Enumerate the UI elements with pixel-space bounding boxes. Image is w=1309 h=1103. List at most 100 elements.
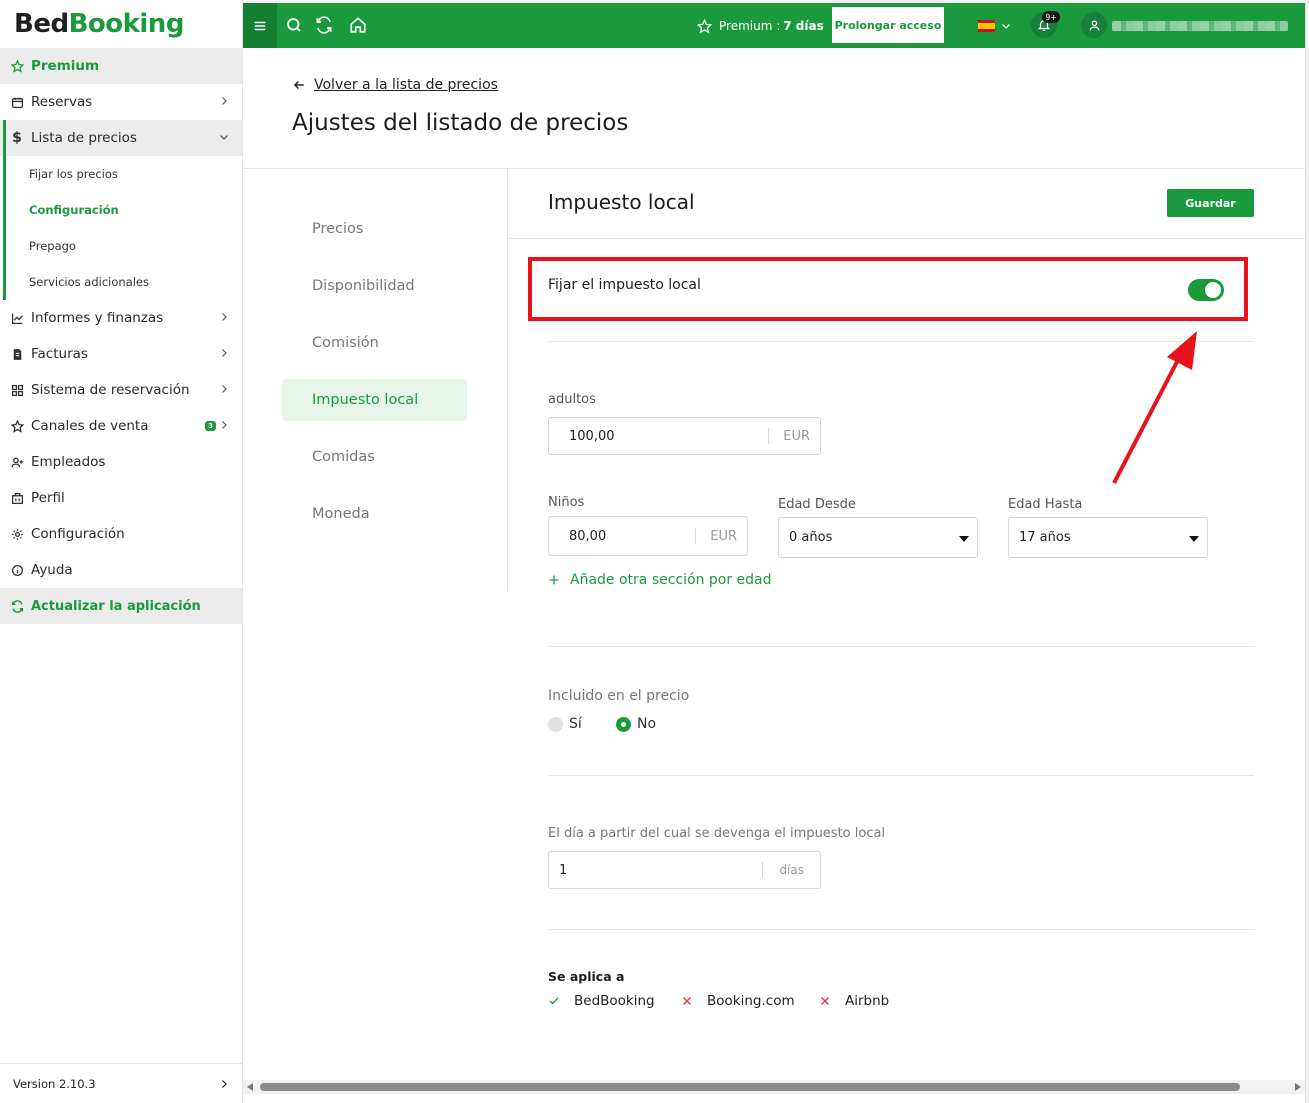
currency-unit: EUR: [768, 428, 820, 444]
sidebar-item-label: Canales de venta: [31, 418, 149, 434]
dropdown-caret-icon: [959, 536, 969, 542]
settings-tab-impuesto-local[interactable]: Impuesto local: [282, 379, 467, 421]
settings-tab-disponibilidad[interactable]: Disponibilidad: [282, 265, 467, 307]
top-bar: Premium :7 días Prolongar acceso 9+: [243, 3, 1305, 48]
age-from-label: Edad Desde: [778, 497, 856, 512]
scrollbar-thumb[interactable]: [260, 1083, 1240, 1091]
scroll-right-icon[interactable]: [1295, 1083, 1301, 1091]
star-icon: [697, 18, 712, 33]
radio-unselected: [548, 716, 563, 732]
add-age-section-link[interactable]: Añade otra sección por edad: [548, 572, 772, 588]
back-to-price-list-link[interactable]: Volver a la lista de precios: [292, 77, 498, 93]
sidebar-item-ayuda[interactable]: Ayuda: [0, 552, 242, 588]
logo-text-booking: Booking: [68, 9, 185, 39]
radio-selected: [616, 716, 631, 732]
sidebar-item-actualizar[interactable]: Actualizar la aplicación: [0, 588, 242, 624]
sidebar-subitem-servicios-adicionales[interactable]: Servicios adicionales: [0, 264, 242, 300]
refresh-icon[interactable]: [315, 16, 333, 34]
dollar-icon: $: [12, 130, 22, 146]
sidebar-item-sistema-reservacion[interactable]: Sistema de reservación: [0, 372, 242, 408]
chevron-right-icon: [222, 385, 227, 393]
included-no-radio[interactable]: No: [616, 716, 656, 732]
sidebar-item-facturas[interactable]: Facturas: [0, 336, 242, 372]
channel-name: BedBooking: [574, 993, 655, 1009]
user-name-blurred[interactable]: [1112, 21, 1288, 31]
user-icon: [1089, 20, 1099, 30]
home-icon[interactable]: [349, 16, 367, 34]
age-from-value: 0 años: [789, 530, 833, 545]
settings-tab-comision[interactable]: Comisión: [282, 322, 467, 364]
building-icon: [10, 491, 24, 505]
calendar-icon: [10, 95, 24, 109]
adults-label: adultos: [548, 392, 596, 407]
radio-label: No: [637, 716, 657, 732]
sidebar-subitem-prepago[interactable]: Prepago: [0, 228, 242, 264]
divider: [548, 646, 1254, 647]
prolong-access-button[interactable]: Prolongar acceso: [832, 7, 944, 43]
adults-tax-value: 100,00: [569, 428, 615, 444]
accrual-day-input[interactable]: 1 días: [548, 851, 821, 889]
age-to-label: Edad Hasta: [1008, 497, 1083, 512]
chevron-right-icon: [222, 1080, 227, 1088]
sidebar-item-empleados[interactable]: Empleados: [0, 444, 242, 480]
chevron-right-icon: [222, 313, 227, 321]
children-tax-value: 80,00: [569, 528, 607, 544]
settings-menu: Precios Disponibilidad Comisión Impuesto…: [282, 208, 467, 550]
star-icon: [10, 419, 24, 433]
sidebar-item-label: Sistema de reservación: [31, 382, 190, 398]
sidebar-item-label: Lista de precios: [31, 130, 137, 146]
menu-button[interactable]: [243, 3, 277, 48]
info-icon: [10, 563, 24, 577]
add-age-section-label: Añade otra sección por edad: [570, 572, 772, 588]
age-to-select[interactable]: 17 años: [1008, 517, 1208, 558]
settings-tab-precios[interactable]: Precios: [282, 208, 467, 250]
sidebar-item-informes[interactable]: Informes y finanzas: [0, 300, 242, 336]
horizontal-scrollbar[interactable]: [243, 1080, 1305, 1094]
settings-tab-comidas[interactable]: Comidas: [282, 436, 467, 478]
sidebar-item-label: Reservas: [31, 94, 93, 110]
header-divider: [243, 168, 1305, 169]
sidebar-item-reservas[interactable]: Reservas: [0, 84, 242, 120]
included-yes-radio[interactable]: Sí: [548, 716, 582, 732]
divider: [548, 341, 1254, 342]
check-icon: [549, 997, 559, 1005]
currency-unit: EUR: [695, 528, 747, 544]
sidebar-item-premium[interactable]: Premium: [0, 48, 242, 84]
sidebar-item-label: Actualizar la aplicación: [31, 598, 201, 614]
scroll-left-icon[interactable]: [247, 1083, 253, 1091]
app-logo[interactable]: Bed Booking: [0, 0, 242, 48]
version-footer[interactable]: Version 2.10.3: [0, 1063, 242, 1103]
settings-tab-moneda[interactable]: Moneda: [282, 493, 467, 535]
invoice-icon: [10, 347, 24, 361]
sidebar-item-configuracion[interactable]: Configuración: [0, 516, 242, 552]
search-icon[interactable]: [285, 16, 303, 34]
day-unit: días: [762, 862, 820, 878]
vertical-divider: [507, 168, 508, 591]
chart-icon: [10, 311, 24, 325]
applies-bedbooking: BedBooking: [548, 993, 655, 1009]
chevron-down-icon[interactable]: [1000, 20, 1012, 32]
back-link-label: Volver a la lista de precios: [314, 77, 498, 93]
premium-days: 7 días: [783, 19, 824, 33]
channel-name: Booking.com: [707, 993, 795, 1009]
sidebar-item-label: Ayuda: [31, 562, 73, 578]
chevron-down-icon: [220, 135, 228, 140]
premium-label: Premium :: [719, 19, 781, 33]
spain-flag-icon[interactable]: [978, 20, 995, 32]
sidebar-subitem-configuracion[interactable]: Configuración: [0, 192, 242, 228]
user-menu-button[interactable]: [1081, 12, 1107, 38]
children-tax-input[interactable]: 80,00 EUR: [548, 516, 748, 556]
sidebar-item-perfil[interactable]: Perfil: [0, 480, 242, 516]
applies-airbnb: Airbnb: [819, 993, 889, 1009]
x-icon: [821, 997, 829, 1005]
sidebar-item-label: Informes y finanzas: [31, 310, 164, 326]
adults-tax-input[interactable]: 100,00 EUR: [548, 417, 821, 455]
annotation-highlight-box: [528, 257, 1248, 321]
age-from-select[interactable]: 0 años: [778, 517, 978, 558]
sidebar-item-lista-de-precios[interactable]: $ Lista de precios: [0, 120, 242, 300]
accrual-day-label: El día a partir del cual se devenga el i…: [548, 826, 886, 841]
sidebar-subitem-fijar-precios[interactable]: Fijar los precios: [0, 156, 242, 192]
sidebar-item-canales-venta[interactable]: Canales de venta 3: [0, 408, 242, 444]
save-button[interactable]: Guardar: [1167, 189, 1254, 217]
sidebar-item-label: Empleados: [31, 454, 106, 470]
